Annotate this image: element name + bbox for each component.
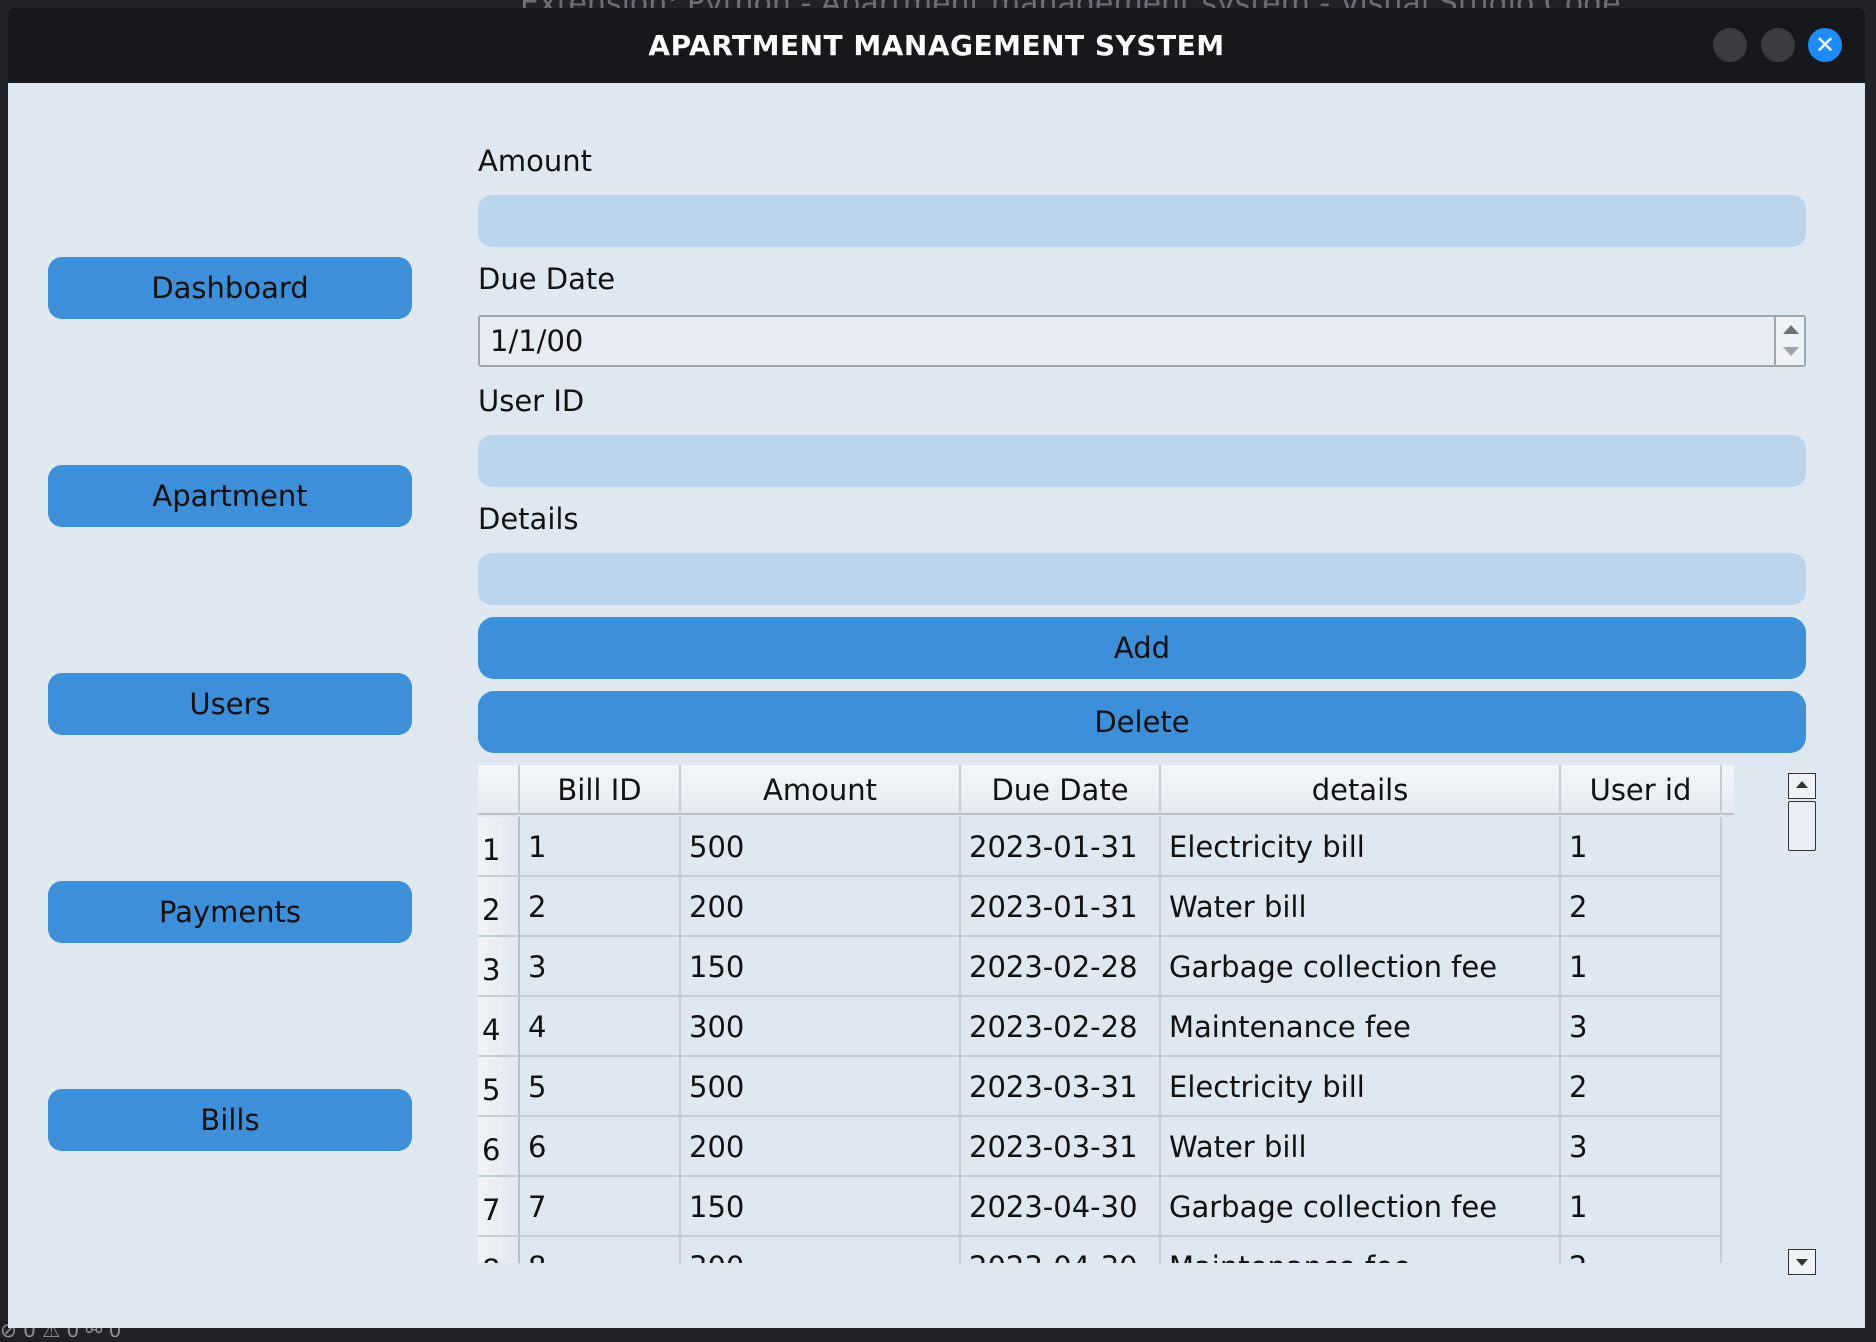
users-button[interactable]: Users — [48, 673, 412, 735]
table-cell[interactable]: 4 — [520, 997, 681, 1057]
row-number[interactable]: 7 — [478, 1177, 520, 1237]
table-cell[interactable]: 300 — [681, 997, 961, 1057]
table-cell[interactable]: 7 — [520, 1177, 681, 1237]
scroll-up-icon — [1796, 781, 1808, 788]
delete-button[interactable]: Delete — [478, 691, 1806, 753]
scroll-down-button[interactable] — [1788, 1249, 1816, 1275]
row-number[interactable]: 3 — [478, 937, 520, 997]
column-header-bill-id[interactable]: Bill ID — [520, 765, 681, 815]
table-cell[interactable]: Electricity bill — [1161, 817, 1561, 877]
table-cell[interactable]: 1 — [1561, 817, 1722, 877]
table-cell[interactable]: 2023-03-31 — [961, 1117, 1161, 1177]
table-cell[interactable]: 200 — [681, 1117, 961, 1177]
add-button[interactable]: Add — [478, 617, 1806, 679]
date-spinner[interactable] — [1774, 317, 1804, 365]
scroll-down-icon — [1796, 1259, 1808, 1266]
table-cell[interactable]: 2 — [1561, 1237, 1722, 1263]
column-header-user-id[interactable]: User id — [1561, 765, 1722, 815]
row-number[interactable]: 8 — [478, 1237, 520, 1263]
table-cell[interactable]: 1 — [1561, 1177, 1722, 1237]
title-bar[interactable]: APARTMENT MANAGEMENT SYSTEM ✕ — [8, 8, 1865, 83]
user-id-input[interactable] — [478, 435, 1806, 487]
table-cell[interactable]: 3 — [1561, 1117, 1722, 1177]
table-row[interactable]: 1 1 500 2023-01-31 Electricity bill 1 — [478, 817, 1734, 877]
table-cell[interactable]: 2023-02-28 — [961, 937, 1161, 997]
table-cell[interactable]: Water bill — [1161, 877, 1561, 937]
table-row[interactable]: 4 4 300 2023-02-28 Maintenance fee 3 — [478, 997, 1734, 1057]
table-cell[interactable]: Garbage collection fee — [1161, 937, 1561, 997]
table-cell[interactable]: 6 — [520, 1117, 681, 1177]
table-cell[interactable]: 200 — [681, 877, 961, 937]
user-id-label: User ID — [478, 384, 585, 418]
table-cell[interactable]: 5 — [520, 1057, 681, 1117]
table-cell[interactable]: 2023-01-31 — [961, 877, 1161, 937]
table-cell[interactable]: 150 — [681, 937, 961, 997]
table-row[interactable]: 883002023-04-30Maintenance fee2 — [478, 1237, 1734, 1263]
due-date-value: 1/1/00 — [490, 324, 584, 358]
amount-input[interactable] — [478, 195, 1806, 247]
table-cell[interactable]: Water bill — [1161, 1117, 1561, 1177]
spin-down-icon[interactable] — [1783, 347, 1799, 356]
scroll-up-button[interactable] — [1788, 773, 1816, 799]
row-number[interactable]: 4 — [478, 997, 520, 1057]
table-cell[interactable]: 2023-04-30 — [961, 1177, 1161, 1237]
spin-up-icon[interactable] — [1783, 325, 1799, 334]
apartment-button[interactable]: Apartment — [48, 465, 412, 527]
table-cell[interactable]: 2 — [520, 877, 681, 937]
table-cell[interactable]: Electricity bill — [1161, 1057, 1561, 1117]
table-cell[interactable]: 2023-02-28 — [961, 997, 1161, 1057]
table-header: Bill ID Amount Due Date details User id — [478, 765, 1734, 815]
table-cell[interactable]: 2 — [1561, 877, 1722, 937]
table-cell[interactable]: Maintenance fee — [1161, 1237, 1561, 1263]
table-cell[interactable]: Maintenance fee — [1161, 997, 1561, 1057]
due-date-label: Due Date — [478, 262, 616, 296]
column-header-amount[interactable]: Amount — [681, 765, 961, 815]
table-cell[interactable]: 1 — [520, 817, 681, 877]
table-cell[interactable]: 300 — [681, 1237, 961, 1263]
details-input[interactable] — [478, 553, 1806, 605]
amount-label: Amount — [478, 144, 592, 178]
table-cell[interactable]: Garbage collection fee — [1161, 1177, 1561, 1237]
column-header-due-date[interactable]: Due Date — [961, 765, 1161, 815]
row-number[interactable]: 5 — [478, 1057, 520, 1117]
header-corner — [478, 765, 520, 815]
close-icon[interactable]: ✕ — [1808, 28, 1842, 62]
table-cell[interactable]: 8 — [520, 1237, 681, 1263]
column-header-details[interactable]: details — [1161, 765, 1561, 815]
table-cell[interactable]: 3 — [520, 937, 681, 997]
details-label: Details — [478, 502, 579, 536]
row-number[interactable]: 6 — [478, 1117, 520, 1177]
row-number[interactable]: 2 — [478, 877, 520, 937]
table-row[interactable]: 6 6 200 2023-03-31 Water bill 3 — [478, 1117, 1734, 1177]
minimize-button[interactable] — [1713, 28, 1747, 62]
table-cell[interactable]: 1 — [1561, 937, 1722, 997]
table-cell[interactable]: 2023-01-31 — [961, 817, 1161, 877]
table-row[interactable]: 5 5 500 2023-03-31 Electricity bill 2 — [478, 1057, 1734, 1117]
table-row[interactable]: 2 2 200 2023-01-31 Water bill 2 — [478, 877, 1734, 937]
bills-button[interactable]: Bills — [48, 1089, 412, 1151]
due-date-input[interactable]: 1/1/00 — [478, 315, 1806, 367]
payments-button[interactable]: Payments — [48, 881, 412, 943]
table-row[interactable]: 3 3 150 2023-02-28 Garbage collection fee 1 — [478, 937, 1734, 997]
table-cell[interactable]: 2023-04-30 — [961, 1237, 1161, 1263]
table-cell[interactable]: 2 — [1561, 1057, 1722, 1117]
table-cell[interactable]: 2023-03-31 — [961, 1057, 1161, 1117]
table-row[interactable]: 7 7 150 2023-04-30 Garbage collection fee 1 — [478, 1177, 1734, 1237]
bills-table[interactable]: Bill ID Amount Due Date details User id … — [478, 765, 1734, 1263]
table-cell[interactable]: 3 — [1561, 997, 1722, 1057]
scroll-thumb[interactable] — [1788, 801, 1816, 851]
app-window: APARTMENT MANAGEMENT SYSTEM ✕ Dashboard … — [8, 8, 1865, 1328]
row-number[interactable]: 1 — [478, 817, 520, 877]
table-cell[interactable]: 500 — [681, 1057, 961, 1117]
window-title: APARTMENT MANAGEMENT SYSTEM — [648, 29, 1225, 62]
table-cell[interactable]: 500 — [681, 817, 961, 877]
table-cell[interactable]: 150 — [681, 1177, 961, 1237]
maximize-button[interactable] — [1761, 28, 1795, 62]
dashboard-button[interactable]: Dashboard — [48, 257, 412, 319]
table-scrollbar[interactable] — [1788, 765, 1816, 1275]
